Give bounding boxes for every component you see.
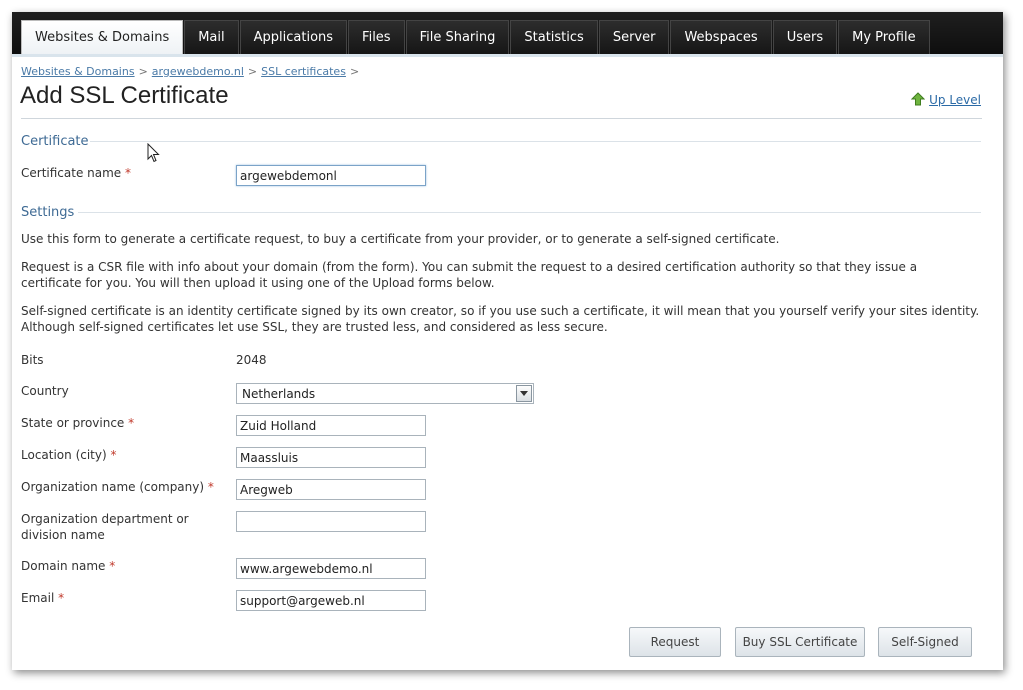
organization-label: Organization name (company) *: [21, 479, 214, 495]
breadcrumb-separator: >: [138, 65, 148, 78]
country-label: Country: [21, 384, 69, 398]
tab-websites-domains[interactable]: Websites & Domains: [21, 20, 184, 55]
required-mark: *: [207, 480, 214, 494]
required-mark: *: [58, 591, 65, 605]
city-label-text: Location (city): [21, 448, 107, 462]
breadcrumb-separator: >: [349, 65, 360, 78]
state-label: State or province *: [21, 415, 134, 431]
organization-input[interactable]: [236, 479, 426, 500]
up-level-link-wrapper: Up Level: [911, 92, 981, 107]
tab-applications[interactable]: Applications: [239, 20, 348, 55]
tab-files[interactable]: Files: [348, 20, 405, 55]
self-signed-button[interactable]: Self-Signed: [878, 627, 972, 657]
email-input[interactable]: [236, 590, 426, 611]
certificate-name-input[interactable]: [236, 165, 426, 186]
tab-file-sharing[interactable]: File Sharing: [405, 20, 510, 55]
settings-section-heading: Settings: [21, 205, 75, 220]
tab-statistics[interactable]: Statistics: [510, 20, 598, 55]
organization-label-text: Organization name (company): [21, 480, 205, 494]
chevron-down-icon[interactable]: [516, 385, 532, 402]
certificate-name-label: Certificate name *: [21, 165, 131, 181]
domain-name-input[interactable]: [236, 558, 426, 579]
title-divider: [21, 118, 982, 119]
up-level-link[interactable]: Up Level: [929, 93, 981, 107]
nav-underline: [12, 54, 1003, 57]
required-mark: *: [110, 448, 117, 462]
up-arrow-icon: [911, 92, 926, 106]
tab-users[interactable]: Users: [772, 20, 838, 55]
country-selected-value: Netherlands: [242, 387, 316, 401]
department-input[interactable]: [236, 511, 426, 532]
self-signed-description-text: Self-signed certificate is an identity c…: [21, 304, 980, 334]
bits-value: 2048: [236, 353, 267, 367]
breadcrumb-websites-domains[interactable]: Websites & Domains: [21, 65, 135, 78]
page-title: Add SSL Certificate: [20, 82, 229, 109]
domain-name-label: Domain name *: [21, 558, 115, 574]
state-input[interactable]: [236, 415, 426, 436]
section-divider: [90, 141, 981, 142]
tab-my-profile[interactable]: My Profile: [838, 20, 930, 55]
state-label-text: State or province: [21, 416, 125, 430]
required-mark: *: [128, 416, 135, 430]
email-label: Email *: [21, 590, 64, 606]
city-label: Location (city) *: [21, 447, 117, 463]
mouse-cursor-icon: [147, 143, 160, 163]
email-label-text: Email: [21, 591, 55, 605]
tab-server[interactable]: Server: [598, 20, 670, 55]
certificate-section-heading: Certificate: [21, 134, 89, 149]
breadcrumb-separator: >: [247, 65, 258, 78]
section-divider: [78, 212, 981, 213]
tab-webspaces[interactable]: Webspaces: [670, 20, 772, 55]
department-label: Organization department or division name: [21, 512, 189, 542]
nav-tabs: Websites & Domains Mail Applications Fil…: [21, 20, 931, 55]
city-input[interactable]: [236, 447, 426, 468]
settings-intro-text: Use this form to generate a certificate …: [21, 232, 780, 246]
browser-window: Websites & Domains Mail Applications Fil…: [12, 12, 1003, 670]
breadcrumb-domain[interactable]: argewebdemo.nl: [152, 65, 244, 78]
breadcrumb: Websites & Domains > argewebdemo.nl > SSL ce…: [21, 65, 363, 78]
bits-label: Bits: [21, 353, 44, 367]
tab-mail[interactable]: Mail: [184, 20, 239, 55]
country-select[interactable]: Netherlands: [236, 383, 534, 404]
breadcrumb-ssl-certificates[interactable]: SSL certificates: [261, 65, 346, 78]
buy-ssl-certificate-button[interactable]: Buy SSL Certificate: [735, 627, 865, 657]
domain-name-label-text: Domain name: [21, 559, 106, 573]
certificate-name-label-text: Certificate name: [21, 166, 122, 180]
csr-description-text: Request is a CSR file with info about yo…: [21, 260, 918, 290]
top-navigation: Websites & Domains Mail Applications Fil…: [12, 12, 1003, 56]
required-mark: *: [125, 166, 132, 180]
request-button[interactable]: Request: [629, 627, 721, 657]
required-mark: *: [109, 559, 116, 573]
